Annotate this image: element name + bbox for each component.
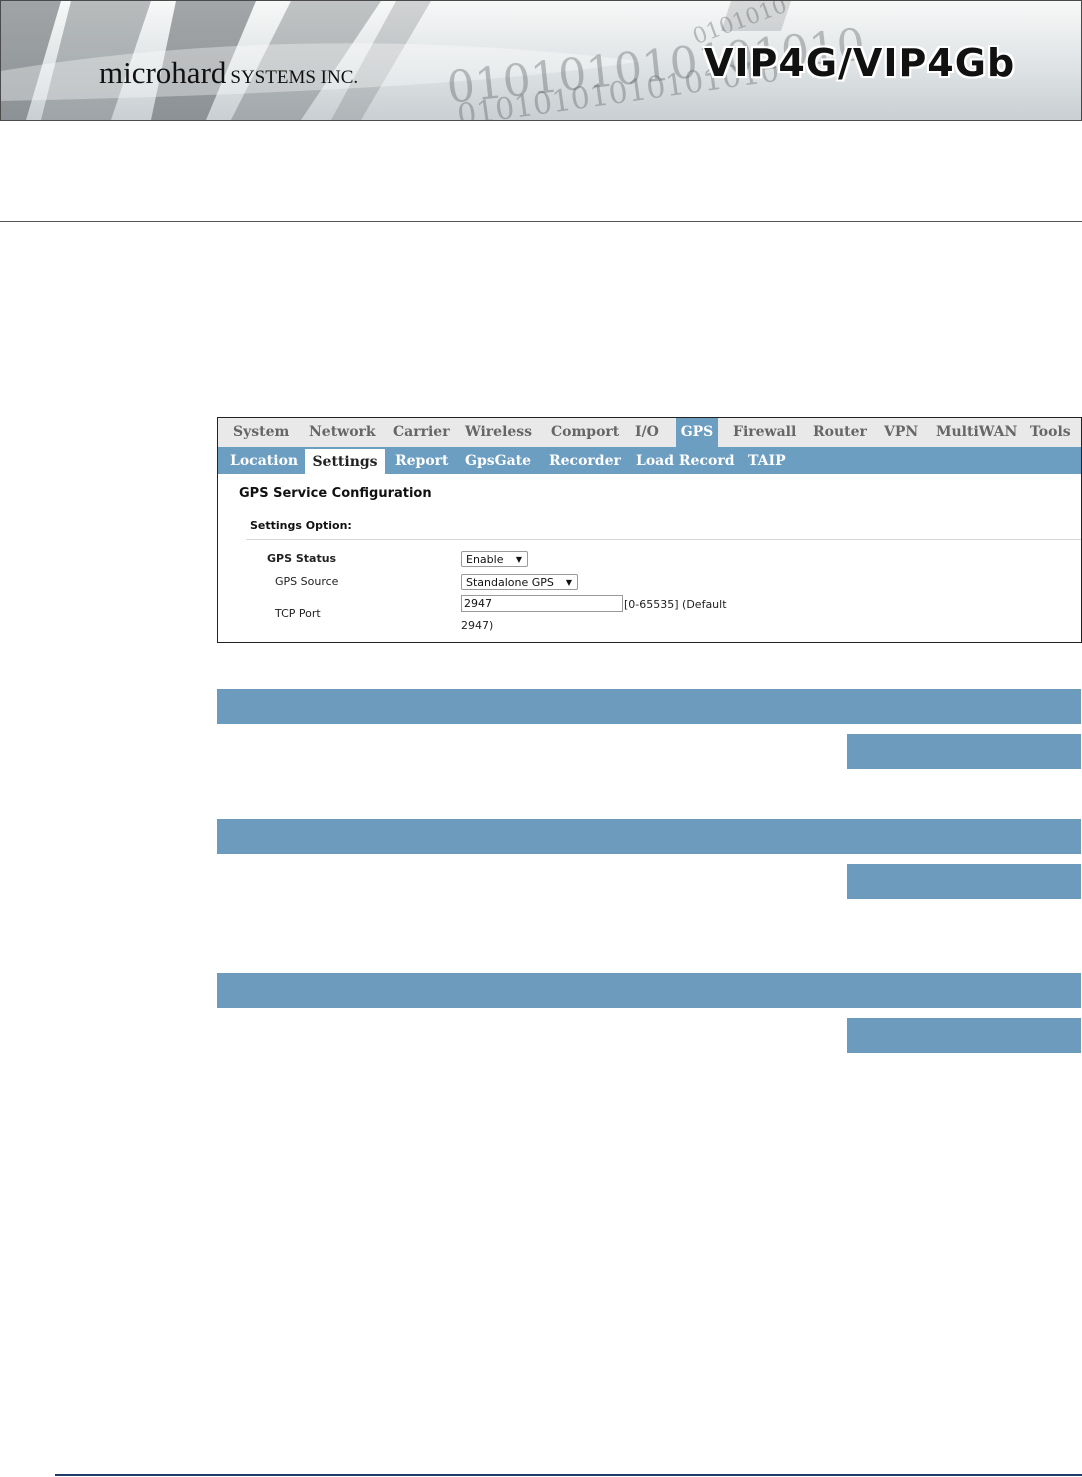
tcp-port-hint-continued: 2947) xyxy=(461,619,494,632)
table-header-bar xyxy=(217,973,1081,1008)
divider xyxy=(0,221,1082,222)
settings-option-title: Settings Option: xyxy=(250,519,352,532)
table-subheader-bar xyxy=(847,1018,1081,1053)
subtab-report[interactable]: Report xyxy=(389,447,455,474)
triangle-down-icon: ▼ xyxy=(515,555,522,564)
gps-status-select[interactable]: Enable ▼ xyxy=(461,551,528,567)
divider xyxy=(246,539,1081,540)
tab-system[interactable]: System xyxy=(227,418,295,447)
product-title: VIP4G/VIP4Gb xyxy=(704,41,1016,85)
gps-status-value: Enable xyxy=(466,553,504,566)
subtab-gpsgate[interactable]: GpsGate xyxy=(459,447,537,474)
tab-network[interactable]: Network xyxy=(303,418,382,447)
tcp-port-hint: [0-65535] (Default xyxy=(624,598,727,611)
tcp-port-label: TCP Port xyxy=(275,607,321,620)
table-header-bar xyxy=(217,689,1081,724)
tab-gps[interactable]: GPS xyxy=(676,418,718,447)
gps-source-value: Standalone GPS xyxy=(466,576,554,589)
gps-settings-screenshot: System Network Carrier Wireless Comport … xyxy=(217,417,1082,643)
tab-firewall[interactable]: Firewall xyxy=(727,418,802,447)
subtab-recorder[interactable]: Recorder xyxy=(543,447,627,474)
tcp-port-input[interactable]: 2947 xyxy=(461,595,623,612)
gps-source-label: GPS Source xyxy=(275,575,339,588)
section-title: GPS Service Configuration xyxy=(239,486,432,501)
subtab-settings[interactable]: Settings xyxy=(305,449,385,474)
company-logo: microhard SYSTEMS INC. xyxy=(99,55,358,91)
subtab-location[interactable]: Location xyxy=(224,447,304,474)
tab-tools[interactable]: Tools xyxy=(1024,418,1077,447)
sub-nav: Location Settings Report GpsGate Recorde… xyxy=(218,447,1081,474)
top-nav: System Network Carrier Wireless Comport … xyxy=(218,418,1081,447)
tab-wireless[interactable]: Wireless xyxy=(459,418,538,447)
table-subheader-bar xyxy=(847,864,1081,899)
triangle-down-icon: ▼ xyxy=(565,578,572,587)
tab-multiwan[interactable]: MultiWAN xyxy=(930,418,1023,447)
tab-comport[interactable]: Comport xyxy=(545,418,625,447)
tab-vpn[interactable]: VPN xyxy=(878,418,924,447)
gps-status-label: GPS Status xyxy=(267,552,337,565)
brand-name: microhard xyxy=(99,55,227,90)
header-banner: 010101010101010 01010101010101010 010101… xyxy=(0,0,1082,121)
tab-io[interactable]: I/O xyxy=(629,418,665,447)
table-subheader-bar xyxy=(847,734,1081,769)
subtab-taip[interactable]: TAIP xyxy=(742,447,792,474)
gps-source-select[interactable]: Standalone GPS ▼ xyxy=(461,574,578,590)
brand-suffix: SYSTEMS INC. xyxy=(230,67,359,88)
tab-carrier[interactable]: Carrier xyxy=(387,418,456,447)
footer-divider xyxy=(55,1474,1082,1476)
tab-router[interactable]: Router xyxy=(807,418,873,447)
table-header-bar xyxy=(217,819,1081,854)
subtab-load-record[interactable]: Load Record xyxy=(630,447,741,474)
